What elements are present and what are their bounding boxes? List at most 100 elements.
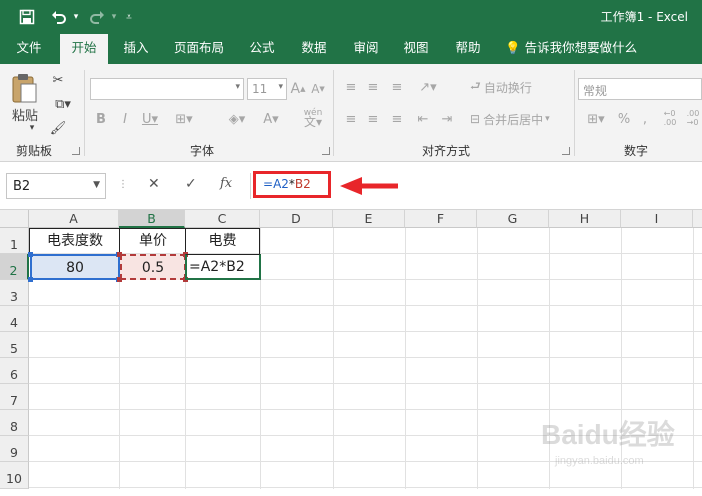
redo-icon[interactable] bbox=[86, 7, 108, 27]
name-box[interactable]: B2 ▼ bbox=[6, 173, 106, 199]
tab-insert[interactable]: 插入 bbox=[114, 34, 158, 64]
group-label-number: 数字 bbox=[624, 144, 649, 158]
font-color-icon[interactable]: A▾ bbox=[258, 110, 284, 128]
cell-b1[interactable]: 单价 bbox=[119, 228, 186, 255]
row-header-1[interactable]: 1 bbox=[0, 228, 29, 254]
gridline bbox=[29, 383, 702, 384]
align-bottom-icon[interactable]: ≡ bbox=[388, 78, 406, 96]
row-header-5[interactable]: 5 bbox=[0, 332, 29, 358]
wrap-text-button[interactable]: ⮐ 自动换行 bbox=[470, 78, 570, 96]
row-header-7[interactable]: 7 bbox=[0, 384, 29, 410]
row-header-8[interactable]: 8 bbox=[0, 410, 29, 436]
ref-handle bbox=[117, 252, 122, 257]
italic-icon[interactable]: I bbox=[118, 110, 132, 128]
paste-button[interactable]: 粘贴 bbox=[8, 106, 42, 124]
tab-review[interactable]: 审阅 bbox=[344, 34, 388, 64]
column-header-b[interactable]: B bbox=[119, 210, 185, 228]
ref-handle bbox=[117, 277, 122, 282]
font-launcher-icon[interactable] bbox=[322, 147, 330, 155]
tab-help[interactable]: 帮助 bbox=[446, 34, 490, 64]
lightbulb-icon: 💡 bbox=[505, 40, 521, 55]
align-left-icon[interactable]: ≡ bbox=[342, 110, 360, 128]
cell-a1[interactable]: 电表度数 bbox=[29, 228, 120, 255]
percent-icon[interactable]: % bbox=[616, 110, 632, 128]
row-header-9[interactable]: 9 bbox=[0, 436, 29, 462]
cell-c1[interactable]: 电费 bbox=[185, 228, 260, 255]
cut-icon[interactable]: ✂ bbox=[48, 70, 68, 90]
align-middle-icon[interactable]: ≡ bbox=[364, 78, 382, 96]
column-header-h[interactable]: H bbox=[549, 210, 621, 228]
phonetic-guide-icon[interactable]: wén 文▾ bbox=[298, 106, 328, 130]
row-header-10[interactable]: 10 bbox=[0, 462, 29, 489]
row-header-4[interactable]: 4 bbox=[0, 306, 29, 332]
paste-icon[interactable] bbox=[10, 70, 40, 106]
tab-home[interactable]: 开始 bbox=[60, 34, 108, 64]
select-all-corner[interactable] bbox=[0, 210, 29, 228]
merge-center-label: 合并后居中 bbox=[483, 112, 544, 127]
save-icon[interactable] bbox=[16, 7, 38, 27]
paste-dropdown-icon[interactable]: ▾ bbox=[24, 122, 40, 134]
row-header-6[interactable]: 6 bbox=[0, 358, 29, 384]
cell-b2[interactable]: 0.5 bbox=[120, 254, 186, 280]
cell-c2[interactable]: =A2*B2 bbox=[185, 254, 261, 280]
group-label-clipboard: 剪贴板 bbox=[16, 144, 53, 158]
tab-data[interactable]: 数据 bbox=[292, 34, 336, 64]
borders-icon[interactable]: ⊞▾ bbox=[170, 110, 198, 128]
tell-me-box[interactable]: 💡 告诉我你想要做什么 bbox=[505, 34, 637, 64]
wrap-text-icon: ⮐ bbox=[470, 78, 481, 93]
align-center-icon[interactable]: ≡ bbox=[364, 110, 382, 128]
tab-view[interactable]: 视图 bbox=[394, 34, 438, 64]
row-header-3[interactable]: 3 bbox=[0, 280, 29, 306]
copy-icon[interactable]: ⧉▾ bbox=[48, 94, 78, 114]
font-name-combo[interactable]: ▾ bbox=[90, 78, 244, 100]
align-right-icon[interactable]: ≡ bbox=[388, 110, 406, 128]
column-header-a[interactable]: A bbox=[29, 210, 119, 228]
align-top-icon[interactable]: ≡ bbox=[342, 78, 360, 96]
increase-indent-icon[interactable]: ⇥ bbox=[438, 110, 456, 128]
column-header-e[interactable]: E bbox=[333, 210, 405, 228]
comma-style-icon[interactable]: , bbox=[638, 110, 652, 128]
column-header-partial[interactable] bbox=[693, 210, 702, 228]
fill-color-icon[interactable]: ◈▾ bbox=[222, 110, 252, 128]
increase-decimal-icon[interactable]: ←0.00 bbox=[660, 106, 680, 130]
group-divider bbox=[84, 70, 85, 156]
format-painter-icon[interactable]: 🖌 bbox=[48, 118, 68, 138]
undo-dropdown-icon[interactable]: ▾ bbox=[70, 7, 82, 27]
tab-formulas[interactable]: 公式 bbox=[240, 34, 284, 64]
row-header-2[interactable]: 2 bbox=[0, 254, 29, 280]
cancel-icon[interactable]: ✕ bbox=[148, 176, 160, 192]
formula-bar-grip-icon[interactable]: ⋮ bbox=[118, 179, 128, 190]
number-format-value: 常规 bbox=[583, 84, 608, 98]
undo-icon[interactable] bbox=[48, 7, 70, 27]
baidu-watermark: Baidu经验 jingyan.baidu.com bbox=[541, 418, 675, 467]
enter-icon[interactable]: ✓ bbox=[185, 176, 197, 192]
grow-font-icon[interactable]: A ▲ bbox=[290, 78, 306, 100]
font-size-combo[interactable]: 11 ▾ bbox=[247, 78, 287, 100]
accounting-format-icon[interactable]: ⊞▾ bbox=[580, 110, 612, 128]
decrease-indent-icon[interactable]: ⇤ bbox=[414, 110, 432, 128]
merge-center-button[interactable]: ⊟ 合并后居中 ▾ bbox=[470, 110, 570, 128]
alignment-launcher-icon[interactable] bbox=[562, 147, 570, 155]
decrease-decimal-icon[interactable]: .00 →0 bbox=[684, 106, 702, 130]
merge-center-icon: ⊟ bbox=[470, 112, 481, 126]
name-box-value: B2 bbox=[13, 179, 31, 194]
customize-qat-icon[interactable]: ⩡ bbox=[122, 7, 136, 27]
redo-dropdown-icon[interactable]: ▾ bbox=[108, 7, 120, 27]
watermark-subtext: jingyan.baidu.com bbox=[554, 455, 644, 467]
clipboard-launcher-icon[interactable] bbox=[72, 147, 80, 155]
tab-file[interactable]: 文件 bbox=[8, 34, 50, 64]
gridline bbox=[29, 487, 702, 488]
column-header-c[interactable]: C bbox=[185, 210, 260, 228]
orientation-icon[interactable]: ↗▾ bbox=[414, 78, 442, 96]
column-header-f[interactable]: F bbox=[405, 210, 477, 228]
tab-page-layout[interactable]: 页面布局 bbox=[166, 34, 232, 64]
bold-icon[interactable]: B bbox=[94, 110, 108, 128]
column-header-d[interactable]: D bbox=[260, 210, 333, 228]
cell-a2[interactable]: 80 bbox=[30, 254, 120, 280]
column-header-i[interactable]: I bbox=[621, 210, 693, 228]
number-format-combo[interactable]: 常规 bbox=[578, 78, 702, 100]
column-header-g[interactable]: G bbox=[477, 210, 549, 228]
insert-function-icon[interactable]: fx bbox=[220, 176, 232, 191]
shrink-font-icon[interactable]: A ▼ bbox=[310, 78, 326, 100]
underline-icon[interactable]: U▾ bbox=[138, 110, 162, 128]
